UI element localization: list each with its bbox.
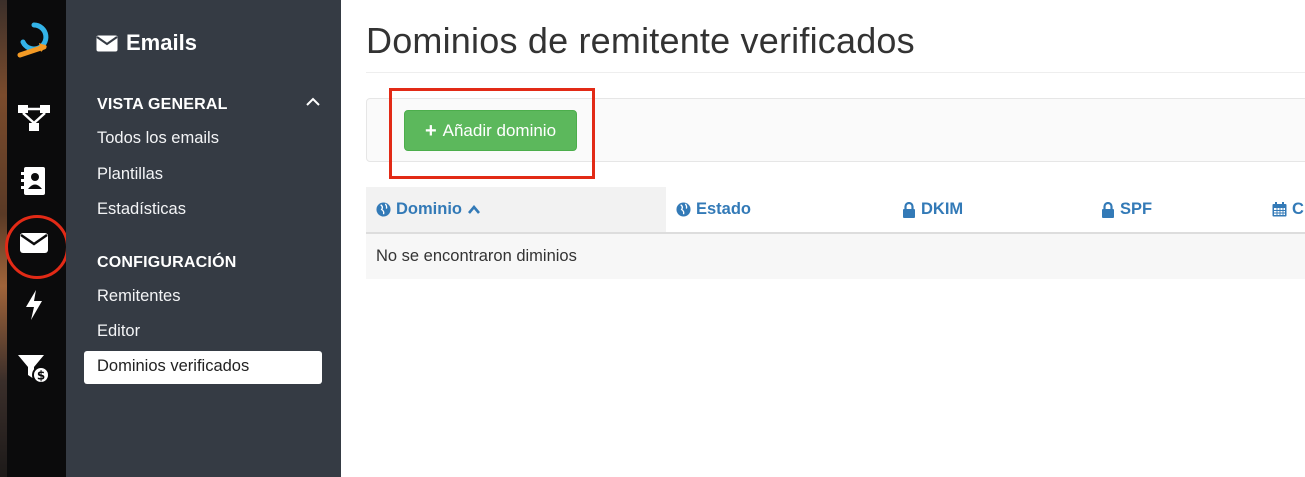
- envelope-icon: [96, 35, 118, 51]
- annotation-circle: [5, 215, 69, 279]
- sidebar-item-estadisticas[interactable]: Estadísticas: [97, 200, 186, 219]
- sidebar-title-text: Emails: [126, 30, 197, 55]
- page-title: Dominios de remitente verificados: [366, 20, 915, 61]
- globe-icon: [376, 202, 391, 217]
- icon-rail: $: [0, 0, 69, 477]
- section-configuracion: CONFIGURACIÓN: [97, 254, 237, 271]
- sort-ascending-icon: [468, 204, 480, 214]
- sidebar-item-editor[interactable]: Editor: [97, 322, 140, 341]
- column-header-estado[interactable]: Estado: [676, 200, 751, 219]
- column-label-date: C: [1292, 200, 1304, 218]
- lock-icon: [1102, 201, 1114, 218]
- column-label-spf: SPF: [1120, 200, 1153, 218]
- table-header: Dominio Estado DKIM SPF C: [366, 187, 1305, 234]
- funnel-dollar-icon[interactable]: $: [17, 352, 51, 386]
- empty-table-row: No se encontraron diminios: [366, 234, 1305, 279]
- column-header-dkim[interactable]: DKIM: [902, 200, 963, 219]
- column-header-date[interactable]: C: [1272, 200, 1304, 219]
- contacts-icon[interactable]: [17, 164, 51, 198]
- lock-icon: [903, 201, 915, 218]
- logo-icon[interactable]: [17, 22, 51, 58]
- sidebar-item-plantillas[interactable]: Plantillas: [97, 165, 163, 184]
- sidebar-item-todos-los-emails[interactable]: Todos los emails: [97, 129, 219, 148]
- chevron-up-icon[interactable]: [305, 96, 321, 108]
- column-header-dominio[interactable]: Dominio: [376, 200, 481, 219]
- calendar-icon: [1272, 202, 1287, 217]
- section-vista-general[interactable]: VISTA GENERAL: [97, 96, 228, 114]
- sidebar-item-remitentes[interactable]: Remitentes: [97, 287, 180, 306]
- column-label-dkim: DKIM: [921, 200, 964, 218]
- column-label-estado: Estado: [696, 200, 752, 218]
- empty-message: No se encontraron diminios: [376, 247, 577, 265]
- sidebar-title: Emails: [96, 30, 197, 56]
- column-label-dominio: Dominio: [396, 200, 462, 218]
- svg-text:$: $: [37, 369, 45, 383]
- bolt-icon[interactable]: [17, 288, 51, 322]
- workflow-icon[interactable]: [17, 101, 51, 135]
- emails-sidebar: Emails VISTA GENERAL Todos los emails Pl…: [66, 0, 341, 477]
- title-divider: [366, 72, 1305, 73]
- sidebar-item-dominios-verificados[interactable]: Dominios verificados: [84, 351, 322, 384]
- column-header-spf[interactable]: SPF: [1101, 200, 1152, 219]
- domains-table: Dominio Estado DKIM SPF C No se encontra…: [366, 187, 1305, 279]
- annotation-rectangle: [389, 88, 595, 179]
- globe-icon: [676, 202, 691, 217]
